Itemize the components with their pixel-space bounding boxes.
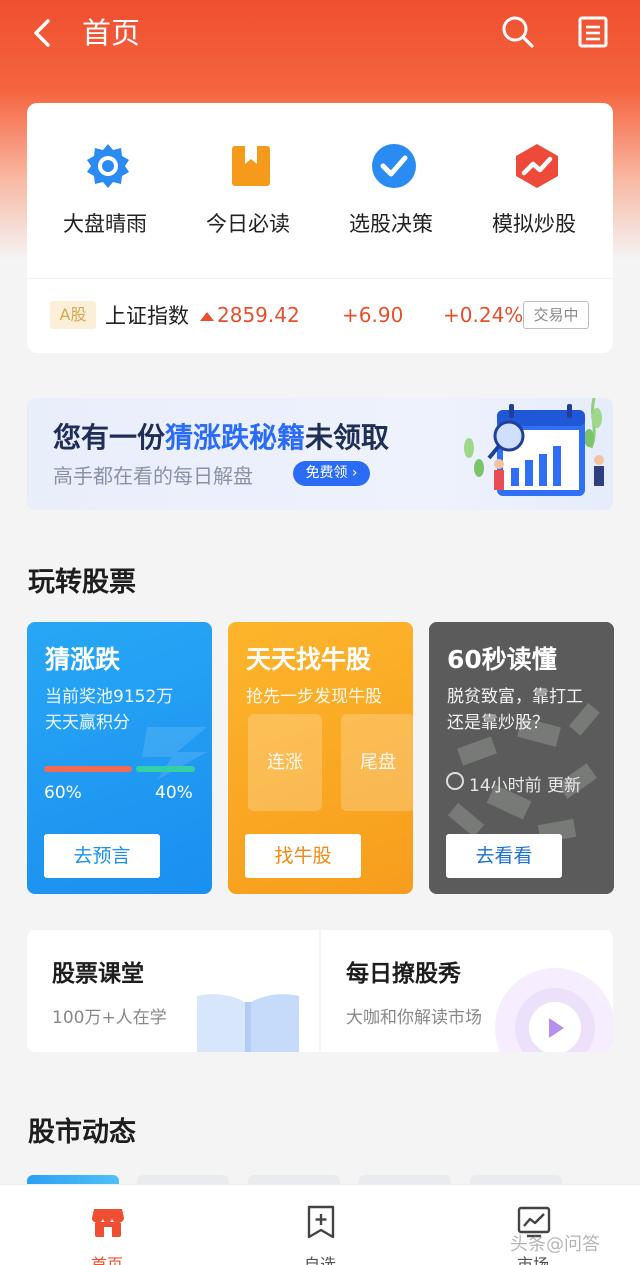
- open-book-icon: [197, 994, 299, 1052]
- bookmark-plus-icon: [304, 1205, 338, 1239]
- card-subtitle: 100万+人在学: [52, 1008, 167, 1028]
- lightning-decoration-icon: [142, 727, 207, 780]
- back-icon[interactable]: [28, 16, 58, 50]
- index-price: 2859.42: [217, 303, 300, 327]
- page-title: 首页: [82, 16, 141, 50]
- up-ratio-bar: [44, 766, 132, 772]
- card-subtitle: 大咖和你解读市场: [346, 1008, 482, 1028]
- market-badge: A股: [50, 301, 96, 329]
- quick-link-market-weather[interactable]: 大盘晴雨: [32, 103, 178, 273]
- banner-headline-highlight: 猜涨跌秘籍: [165, 421, 306, 454]
- tab-label: 自选: [303, 1255, 336, 1265]
- chip-closing[interactable]: 尾盘: [341, 714, 413, 811]
- chart-trend-icon: [514, 143, 560, 189]
- watermark: 头条@问答: [510, 1234, 600, 1255]
- check-circle-icon: [371, 143, 417, 189]
- menu-icon[interactable]: [576, 14, 610, 50]
- index-change-pct: +0.24%: [443, 303, 524, 327]
- card-title: 猜涨跌: [45, 645, 121, 674]
- stock-class-card[interactable]: 股票课堂 100万+人在学: [27, 930, 319, 1052]
- banner-headline-b: 未领取: [305, 421, 390, 454]
- update-time: 14小时前 更新: [469, 776, 582, 796]
- up-arrow-icon: [200, 312, 214, 321]
- up-percent: 60%: [44, 783, 82, 803]
- go-see-button[interactable]: 去看看: [446, 834, 562, 878]
- clock-icon: [446, 772, 464, 790]
- card-title: 每日撩股秀: [346, 961, 461, 987]
- tab-label: 首页: [90, 1255, 123, 1265]
- card-subtitle: 抢先一步发现牛股: [246, 687, 382, 707]
- card-subtitle: 当前奖池9152万: [45, 687, 174, 707]
- sun-gear-icon: [85, 143, 131, 189]
- search-icon[interactable]: [500, 14, 536, 50]
- quick-link-daily-read[interactable]: 今日必读: [175, 103, 321, 273]
- promo-banner[interactable]: 您有一份猜涨跌秘籍未领取 高手都在看的每日解盘 免费领 ›: [27, 398, 613, 510]
- index-name: 上证指数: [105, 304, 189, 328]
- guess-updown-card[interactable]: 猜涨跌 当前奖池9152万 天天赢积分 60% 40% 去预言: [27, 622, 212, 894]
- daily-stock-show-card[interactable]: 每日撩股秀 大咖和你解读市场: [321, 930, 613, 1052]
- top-bar: 首页: [0, 0, 640, 66]
- index-ticker[interactable]: A股 上证指数 2859.42 +6.90 +0.24% 交易中: [27, 279, 613, 353]
- banner-headline: 您有一份猜涨跌秘籍未领取: [53, 416, 389, 456]
- play-icon: [495, 968, 613, 1052]
- tab-watchlist[interactable]: 自选: [260, 1185, 380, 1265]
- card-title: 60秒读懂: [447, 645, 557, 674]
- quick-link-stock-decision[interactable]: 选股决策: [318, 103, 464, 273]
- predict-button[interactable]: 去预言: [44, 834, 160, 878]
- index-change: +6.90: [342, 303, 404, 327]
- card-title: 股票课堂: [52, 961, 144, 987]
- quick-link-sim-trading[interactable]: 模拟炒股: [461, 103, 607, 273]
- banner-headline-a: 您有一份: [53, 421, 166, 454]
- quick-links-card: 大盘晴雨 今日必读 选股决策 模拟炒股 A股 上证指数 2859.42 +6.9…: [27, 103, 613, 353]
- bookmark-icon: [228, 143, 274, 189]
- free-claim-button[interactable]: 免费领 ›: [293, 461, 370, 486]
- quick-link-label: 模拟炒股: [492, 212, 576, 236]
- down-percent: 40%: [155, 783, 193, 803]
- find-bull-button[interactable]: 找牛股: [245, 834, 361, 878]
- chip-consecutive-rise[interactable]: 连涨: [248, 714, 322, 811]
- tab-home[interactable]: 首页: [47, 1185, 167, 1265]
- section-title-news: 股市动态: [28, 1117, 136, 1148]
- section-title-play: 玩转股票: [28, 567, 136, 598]
- quick-link-label: 今日必读: [206, 212, 290, 236]
- quick-link-label: 选股决策: [349, 212, 433, 236]
- store-icon: [91, 1205, 125, 1239]
- sixty-second-read-card[interactable]: 60秒读懂 脱贫致富，靠打工 还是靠炒股？ 14小时前 更新 去看看: [429, 622, 614, 894]
- banner-subtitle: 高手都在看的每日解盘: [53, 464, 253, 488]
- card-title: 天天找牛股: [246, 645, 372, 674]
- card-subtitle: 脱贫致富，靠打工: [447, 687, 583, 707]
- free-claim-label: 免费领: [305, 465, 348, 481]
- calendar-chart-illustration: [459, 398, 613, 510]
- quick-link-label: 大盘晴雨: [63, 212, 147, 236]
- card-subtitle-2: 天天赢积分: [45, 713, 130, 733]
- card-subtitle-2: 还是靠炒股？: [447, 713, 549, 733]
- down-ratio-bar: [136, 766, 195, 772]
- find-bull-stock-card[interactable]: 天天找牛股 抢先一步发现牛股 连涨 尾盘 找牛股: [228, 622, 413, 894]
- trading-status-badge: 交易中: [523, 301, 589, 329]
